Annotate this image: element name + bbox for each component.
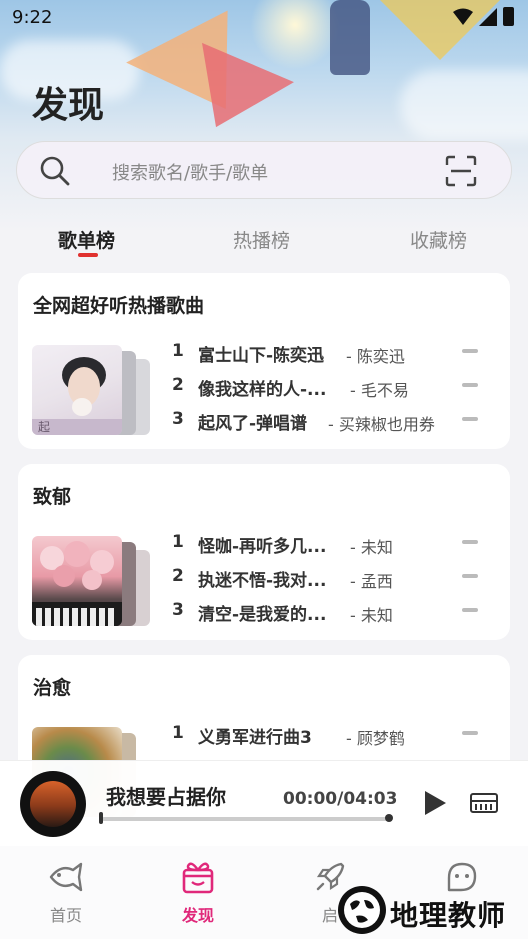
- wifi-icon: [453, 8, 473, 25]
- song-rank: 3: [172, 600, 184, 620]
- song-name: 执迷不悟-我对...: [198, 571, 327, 591]
- song-more-icon[interactable]: [462, 383, 478, 387]
- song-name: 怪咖-再听多几...: [198, 537, 327, 557]
- nav-discover[interactable]: 发现: [148, 858, 248, 926]
- playlist-cover[interactable]: [32, 536, 152, 626]
- song-name: 像我这样的人-...: [198, 380, 327, 400]
- song-artist: 毛不易: [360, 381, 409, 400]
- card-title: 致郁: [33, 486, 72, 508]
- song-row[interactable]: 3 起风了-弹唱谱 - 买辣椒也用券: [172, 407, 502, 434]
- song-more-icon[interactable]: [462, 608, 478, 612]
- song-artist: 孟西: [360, 572, 393, 591]
- globe-logo-icon: [338, 886, 386, 934]
- play-icon[interactable]: [422, 789, 448, 817]
- song-row[interactable]: 1 义勇军进行曲3 - 顾梦鹤: [172, 721, 502, 748]
- progress-start-marker: [99, 812, 103, 824]
- nav-label: 发现: [181, 906, 214, 925]
- page-title: 发现: [32, 85, 105, 126]
- gift-box-icon: [182, 862, 214, 894]
- progress-bar[interactable]: [102, 817, 390, 821]
- tab-indicator: [78, 253, 98, 257]
- song-more-icon[interactable]: [462, 574, 478, 578]
- song-row[interactable]: 2 像我这样的人-... - 毛不易: [172, 373, 502, 400]
- player-time: 00:00/04:03: [283, 789, 398, 809]
- signal-icon: [479, 7, 497, 26]
- song-row[interactable]: 1 富士山下-陈奕迅 - 陈奕迅: [172, 339, 502, 366]
- song-row[interactable]: 3 清空-是我爱的... - 未知: [172, 598, 502, 625]
- song-more-icon[interactable]: [462, 417, 478, 421]
- mini-player[interactable]: 我想要占据你 00:00/04:03: [0, 760, 528, 846]
- song-name: 富士山下-陈奕迅: [198, 346, 325, 366]
- song-artist: 顾梦鹤: [356, 729, 405, 748]
- playlist-card[interactable]: 全网超好听热播歌曲 起 1 富士山下-陈奕迅 - 陈奕迅 2 像我这样的人-..…: [18, 273, 510, 449]
- watermark: 地理教师: [330, 886, 528, 939]
- song-more-icon[interactable]: [462, 349, 478, 353]
- song-row[interactable]: 2 执迷不悟-我对... - 孟西: [172, 564, 502, 591]
- song-artist: 未知: [360, 538, 393, 557]
- progress-knob[interactable]: [385, 814, 393, 822]
- card-title: 治愈: [33, 677, 72, 699]
- search-icon[interactable]: [39, 155, 71, 187]
- song-artist: 未知: [360, 606, 393, 625]
- playlist-icon[interactable]: [470, 791, 498, 815]
- svg-text:起: 起: [38, 420, 50, 434]
- nav-home[interactable]: 首页: [16, 858, 116, 926]
- song-rank: 2: [172, 375, 184, 395]
- battery-icon: [503, 7, 514, 26]
- search-bar[interactable]: 搜索歌名/歌手/歌单: [16, 141, 512, 199]
- song-artist: 买辣椒也用券: [338, 415, 435, 434]
- player-song-title: 我想要占据你: [106, 785, 226, 809]
- search-input[interactable]: 搜索歌名/歌手/歌单: [112, 159, 268, 185]
- scan-icon[interactable]: [445, 155, 477, 187]
- song-name: 义勇军进行曲3: [198, 728, 312, 748]
- tab-hot-chart[interactable]: 热播榜: [233, 226, 290, 253]
- song-name: 起风了-弹唱谱: [198, 414, 308, 434]
- watermark-text: 地理教师: [390, 899, 507, 932]
- playlist-cover[interactable]: 起: [32, 345, 152, 435]
- tab-playlist-chart[interactable]: 歌单榜: [58, 226, 115, 253]
- song-more-icon[interactable]: [462, 540, 478, 544]
- card-title: 全网超好听热播歌曲: [33, 295, 205, 317]
- fish-icon: [49, 862, 83, 892]
- song-row[interactable]: 1 怪咖-再听多几... - 未知: [172, 530, 502, 557]
- song-rank: 1: [172, 341, 184, 361]
- album-disc[interactable]: [20, 771, 86, 837]
- song-more-icon[interactable]: [462, 731, 478, 735]
- song-rank: 1: [172, 532, 184, 552]
- nav-label: 首页: [49, 906, 82, 925]
- song-name: 清空-是我爱的...: [198, 605, 327, 625]
- song-artist: 陈奕迅: [356, 347, 405, 366]
- song-rank: 1: [172, 723, 184, 743]
- song-rank: 2: [172, 566, 184, 586]
- status-bar: 9:22: [0, 0, 528, 34]
- playlist-card[interactable]: 致郁 1 怪咖-再听多几... - 未知 2 执迷不悟-我对... - 孟西 3…: [18, 464, 510, 640]
- tab-favorites-chart[interactable]: 收藏榜: [410, 226, 467, 253]
- status-time: 9:22: [12, 7, 53, 28]
- song-rank: 3: [172, 409, 184, 429]
